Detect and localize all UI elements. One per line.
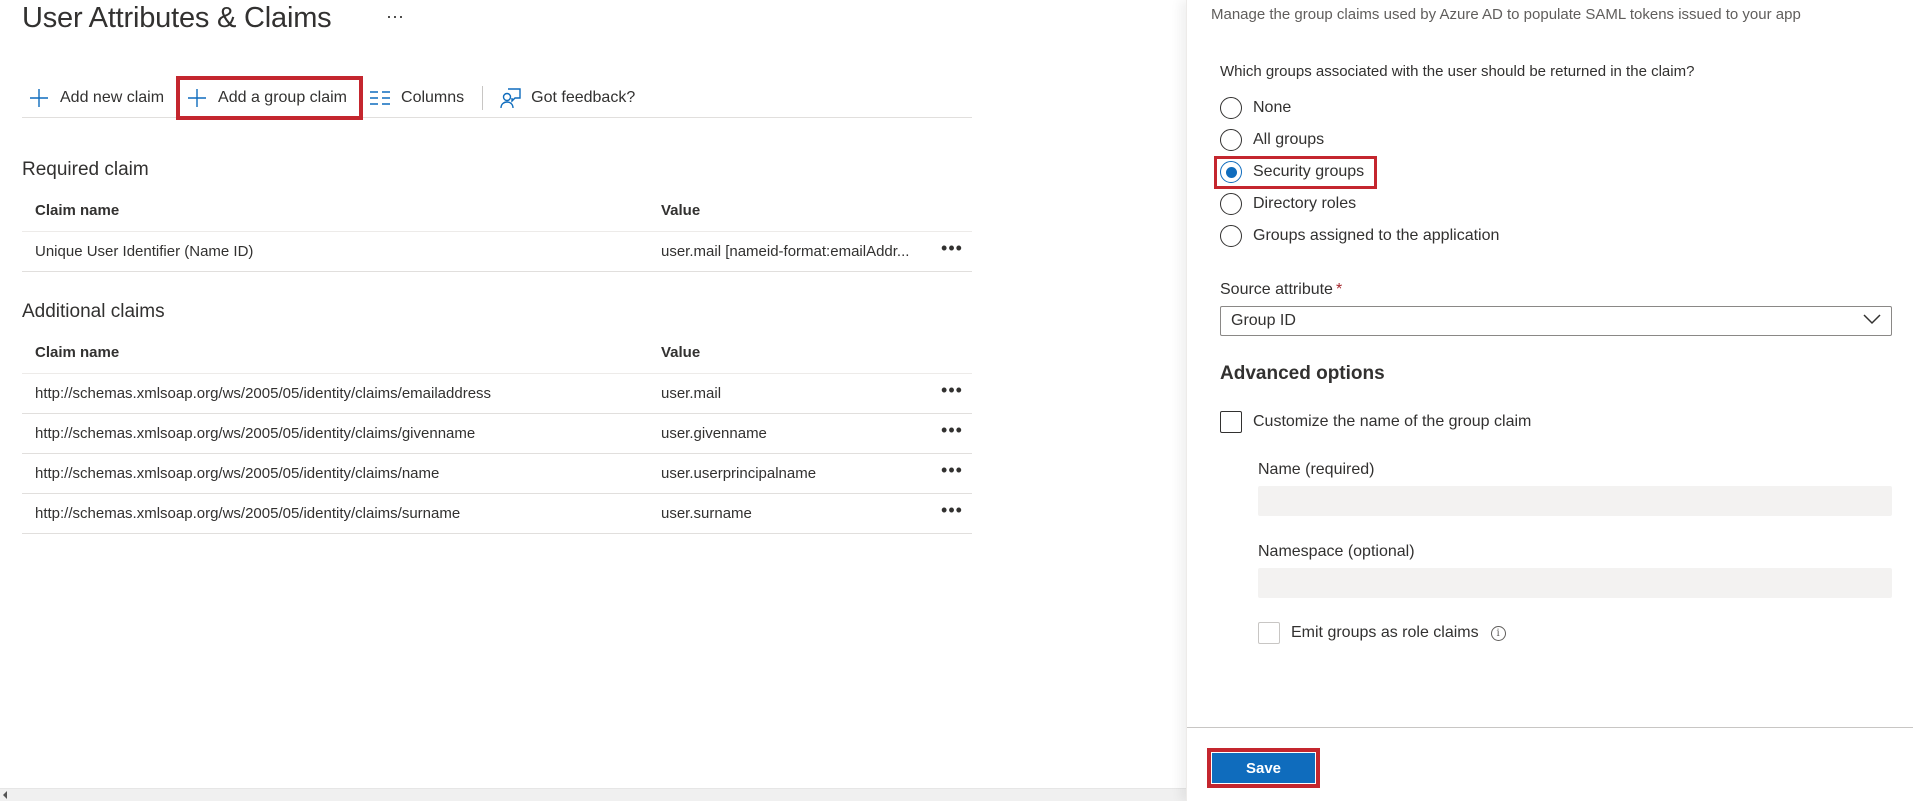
claim-name: http://schemas.xmlsoap.org/ws/2005/05/id… [35,385,492,402]
footer-divider [1187,727,1913,728]
radio-circle-icon [1220,225,1242,247]
plus-icon [186,87,208,109]
claim-name: http://schemas.xmlsoap.org/ws/2005/05/id… [35,465,440,482]
radio-circle-icon [1220,193,1242,215]
radio-all-groups[interactable]: All groups [1220,124,1499,156]
scroll-left-arrow-icon[interactable] [3,791,7,799]
emit-groups-as-role-claims-checkbox[interactable]: Emit groups as role claims i [1258,622,1506,644]
table-header: Claim name Value [22,190,972,232]
command-bar: Add new claim Add a group claim Columns … [22,75,972,120]
feedback-icon [499,87,521,109]
main-content: User Attributes & Claims ··· Add new cla… [0,0,1186,801]
radio-label: Directory roles [1253,195,1357,212]
radio-circle-icon [1220,97,1242,119]
claim-name: http://schemas.xmlsoap.org/ws/2005/05/id… [35,505,461,522]
add-new-claim-button[interactable]: Add new claim [22,80,174,116]
group-claims-panel: Manage the group claims used by Azure AD… [1186,0,1913,801]
table-row[interactable]: http://schemas.xmlsoap.org/ws/2005/05/id… [22,374,972,414]
panel-subtitle: Manage the group claims used by Azure AD… [1211,6,1801,23]
row-more-options-button[interactable]: ••• [932,460,972,481]
radio-security-groups[interactable]: Security groups [1214,156,1499,189]
row-more-options-button[interactable]: ••• [932,238,972,259]
column-header-claim-name[interactable]: Claim name [22,202,660,219]
claim-name: http://schemas.xmlsoap.org/ws/2005/05/id… [35,425,476,442]
claim-value: user.givenname [661,425,767,442]
column-header-value[interactable]: Value [660,202,932,219]
chevron-down-icon [1863,312,1881,330]
groups-radio-group: None All groups Security groups Director… [1214,92,1499,252]
radio-label: Groups assigned to the application [1253,227,1500,244]
add-new-claim-label: Add new claim [60,88,165,106]
horizontal-scrollbar[interactable] [0,788,1186,801]
source-attribute-label: Source attribute * [1220,281,1342,299]
radio-circle-icon [1220,129,1242,151]
emit-groups-label: Emit groups as role claims [1291,624,1479,641]
feedback-button[interactable]: Got feedback? [493,80,645,116]
feedback-label: Got feedback? [531,88,636,106]
save-button[interactable]: Save [1211,752,1316,784]
required-claim-heading: Required claim [22,159,149,180]
radio-label: Security groups [1253,163,1365,180]
table-row[interactable]: Unique User Identifier (Name ID) user.ma… [22,232,972,272]
info-icon[interactable]: i [1490,625,1506,641]
advanced-options-heading: Advanced options [1220,363,1385,384]
table-row[interactable]: http://schemas.xmlsoap.org/ws/2005/05/id… [22,454,972,494]
row-more-options-button[interactable]: ••• [932,380,972,401]
radio-none[interactable]: None [1220,92,1499,124]
plus-icon [28,87,50,109]
customize-group-claim-label: Customize the name of the group claim [1253,413,1532,430]
columns-icon [369,87,391,109]
name-field[interactable] [1258,486,1892,516]
customize-group-claim-checkbox[interactable]: Customize the name of the group claim [1220,411,1531,433]
row-more-options-button[interactable]: ••• [932,420,972,441]
source-attribute-label-text: Source attribute [1220,281,1333,298]
row-more-options-button[interactable]: ••• [932,500,972,521]
table-row[interactable]: http://schemas.xmlsoap.org/ws/2005/05/id… [22,494,972,534]
claim-value: user.mail [nameid-format:emailAddr... [661,243,910,260]
namespace-field[interactable] [1258,568,1892,598]
add-group-claim-button[interactable]: Add a group claim [176,75,364,120]
table-row[interactable]: http://schemas.xmlsoap.org/ws/2005/05/id… [22,414,972,454]
source-attribute-dropdown[interactable]: Group ID [1220,306,1892,336]
checkbox-icon [1220,411,1242,433]
radio-directory-roles[interactable]: Directory roles [1220,188,1499,220]
source-attribute-selected: Group ID [1231,312,1296,329]
columns-button[interactable]: Columns [363,80,474,116]
save-highlight-box: Save [1207,748,1320,788]
add-group-claim-label: Add a group claim [218,88,348,106]
claim-value: user.surname [661,505,752,522]
columns-label: Columns [401,88,465,106]
required-claim-table: Claim name Value Unique User Identifier … [22,190,972,272]
namespace-field-label: Namespace (optional) [1258,543,1415,560]
radio-label: All groups [1253,131,1325,148]
column-header-claim-name[interactable]: Claim name [22,344,660,361]
column-header-value[interactable]: Value [660,344,932,361]
more-options-button[interactable]: ··· [386,6,404,27]
table-header: Claim name Value [22,332,972,374]
radio-label: None [1253,99,1292,116]
additional-claims-heading: Additional claims [22,301,165,322]
required-marker: * [1335,281,1343,298]
claim-value: user.userprincipalname [661,465,817,482]
checkbox-icon [1258,622,1280,644]
toolbar-divider [482,85,484,110]
page-title: User Attributes & Claims [22,2,332,34]
name-field-label: Name (required) [1258,461,1375,478]
radio-groups-assigned-to-application[interactable]: Groups assigned to the application [1220,220,1499,252]
claim-name: Unique User Identifier (Name ID) [35,243,254,260]
claim-value: user.mail [661,385,722,402]
additional-claims-table: Claim name Value http://schemas.xmlsoap.… [22,332,972,534]
groups-question-label: Which groups associated with the user sh… [1220,63,1695,80]
radio-selected-icon [1220,161,1242,183]
